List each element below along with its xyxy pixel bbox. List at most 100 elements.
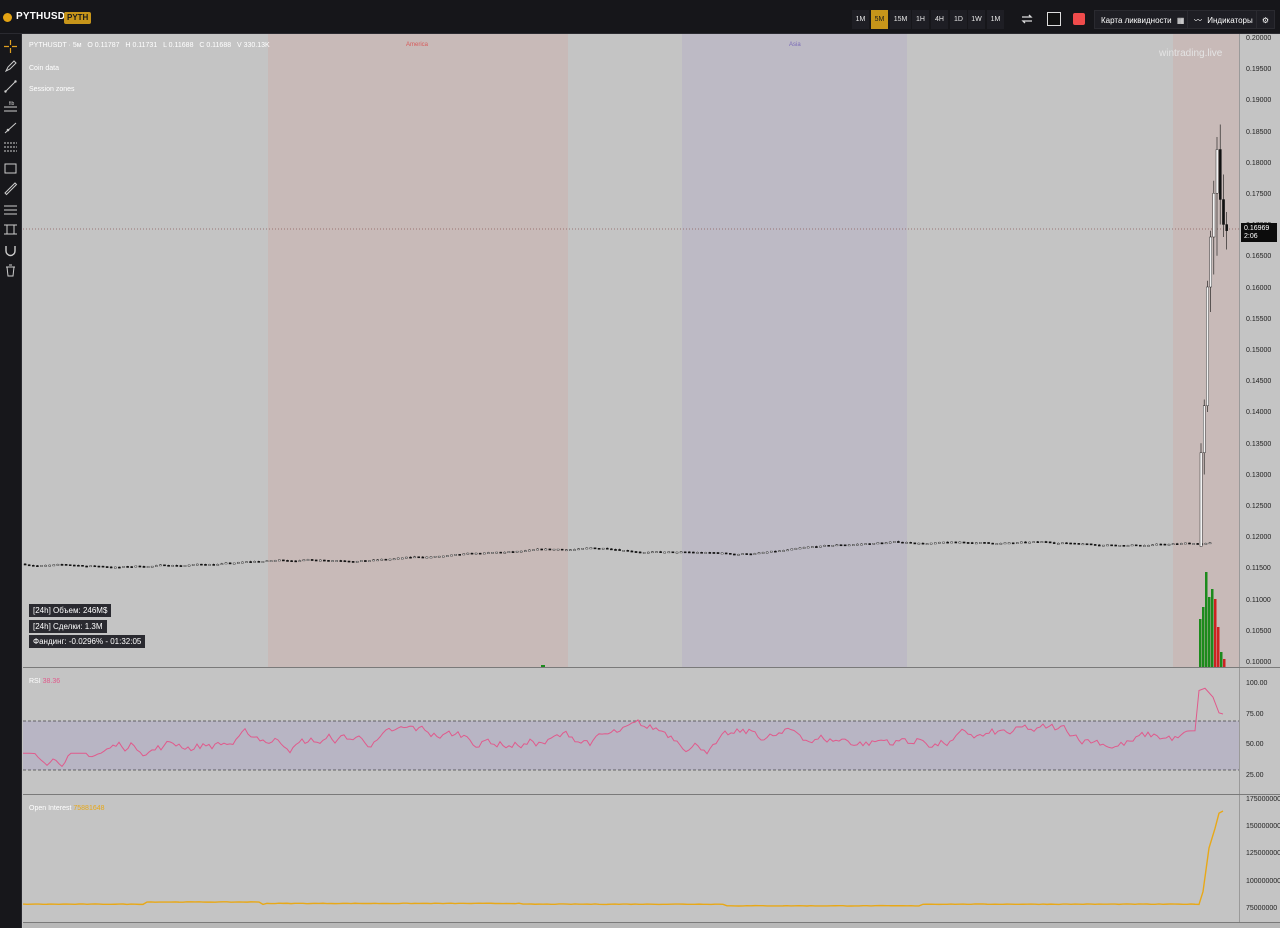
candle bbox=[1184, 542, 1187, 545]
candle bbox=[1106, 544, 1109, 547]
candle bbox=[364, 560, 367, 562]
candle-body bbox=[265, 560, 269, 562]
candle-body bbox=[392, 558, 396, 561]
price-axis-tick: 0.14500 bbox=[1246, 378, 1272, 386]
timeframe-button-4h-4[interactable]: 4H bbox=[931, 10, 948, 29]
candle bbox=[150, 565, 154, 568]
crosshair-icon[interactable] bbox=[3, 39, 18, 54]
fib-levels-icon[interactable]: fib bbox=[3, 99, 18, 114]
candle-body bbox=[294, 560, 298, 563]
timeframe-button-1m-7[interactable]: 1M bbox=[987, 10, 1004, 29]
magnet-icon[interactable] bbox=[3, 243, 18, 258]
settings-button[interactable]: ⚙ bbox=[1256, 10, 1275, 29]
candle-body bbox=[343, 560, 347, 563]
candle-body bbox=[159, 564, 162, 567]
candle-body bbox=[1206, 286, 1209, 406]
candle-body bbox=[1218, 149, 1222, 200]
candle bbox=[191, 564, 195, 566]
candle-body bbox=[761, 552, 765, 554]
candle-body bbox=[56, 564, 60, 566]
ray-icon[interactable] bbox=[3, 120, 18, 135]
oi-pane[interactable]: Open Interest 75881648 bbox=[23, 795, 1239, 922]
candle-body bbox=[331, 560, 334, 562]
volume-bar bbox=[1217, 627, 1220, 667]
legend-v-value: 330.13K bbox=[243, 42, 270, 49]
top-bar: PYTHUSDT PYTH Карта ликвидности ▦ 〰 Инди… bbox=[0, 0, 1280, 34]
candle-body bbox=[606, 547, 609, 550]
candle-body bbox=[888, 541, 892, 544]
trash-icon[interactable] bbox=[3, 263, 18, 278]
candle bbox=[806, 546, 810, 549]
candle-body bbox=[778, 550, 781, 553]
indicator-session-zones[interactable]: Session zones bbox=[29, 86, 75, 93]
oi-axis[interactable]: 175000000 150000000 125000000 100000000 7500… bbox=[1239, 795, 1280, 922]
price-pane[interactable]: PYTHUSDT · 5м O 0.11787 H 0.11731 L 0.11… bbox=[23, 34, 1239, 667]
price-axis-tick: 0.18500 bbox=[1246, 128, 1272, 136]
price-range-icon[interactable] bbox=[3, 222, 18, 237]
indicators-button[interactable]: 〰 Индикаторы bbox=[1187, 10, 1260, 29]
ruler-icon[interactable] bbox=[3, 181, 18, 196]
candle bbox=[417, 556, 421, 559]
price-axis[interactable]: 0.20000 0.19500 0.19000 0.18500 0.18000 0.175… bbox=[1239, 34, 1280, 667]
candle-body bbox=[585, 547, 589, 550]
oi-axis-tick: 100000000 bbox=[1246, 877, 1280, 885]
timeframe-button-1h-3[interactable]: 1H bbox=[912, 10, 929, 29]
candle-body bbox=[81, 565, 84, 567]
price-chart[interactable] bbox=[23, 34, 1239, 667]
indicator-coin-data[interactable]: Coin data bbox=[29, 65, 59, 72]
candle-body bbox=[450, 554, 453, 557]
candle-body bbox=[831, 545, 835, 547]
session-label-america: America bbox=[406, 42, 429, 48]
candle-body bbox=[105, 566, 109, 568]
candle-body bbox=[811, 546, 814, 548]
record-icon[interactable] bbox=[1073, 13, 1085, 25]
candle-body bbox=[97, 565, 101, 568]
timeframe-button-1w-6[interactable]: 1W bbox=[968, 10, 985, 29]
candle bbox=[277, 559, 281, 562]
candle bbox=[85, 565, 88, 568]
candle-body bbox=[614, 549, 617, 551]
color-picker-icon[interactable] bbox=[1047, 12, 1061, 26]
candle-body bbox=[282, 559, 285, 562]
candle-body bbox=[794, 548, 798, 550]
timeframe-button-15m-2[interactable]: 15M bbox=[890, 10, 911, 29]
candle-body bbox=[966, 542, 970, 544]
swap-icon[interactable] bbox=[1020, 12, 1034, 26]
candle bbox=[893, 541, 896, 543]
candle-body bbox=[1208, 542, 1212, 545]
candle bbox=[478, 552, 482, 555]
candle bbox=[1206, 280, 1209, 412]
candle bbox=[724, 552, 728, 555]
candle bbox=[966, 542, 970, 544]
liquidity-map-button[interactable]: Карта ликвидности ▦ bbox=[1094, 10, 1192, 29]
timeframe-button-1m-0[interactable]: 1M bbox=[852, 10, 869, 29]
candle-body bbox=[458, 554, 462, 556]
oi-chart[interactable] bbox=[23, 795, 1239, 922]
candle bbox=[929, 542, 933, 545]
candle-body bbox=[191, 564, 195, 566]
candle-body bbox=[483, 552, 486, 555]
horizontal-levels-icon[interactable] bbox=[3, 202, 18, 217]
candle bbox=[983, 542, 986, 544]
brush-icon[interactable] bbox=[3, 59, 18, 74]
candle bbox=[1188, 542, 1191, 545]
timeframe-button-1d-5[interactable]: 1D bbox=[950, 10, 967, 29]
candle bbox=[323, 559, 326, 562]
candle-body bbox=[1143, 545, 1146, 547]
rsi-chart[interactable] bbox=[23, 668, 1239, 794]
time-axis[interactable] bbox=[23, 922, 1280, 928]
rectangle-icon[interactable] bbox=[3, 161, 18, 176]
rsi-axis-tick: 25.00 bbox=[1246, 771, 1264, 779]
trend-line-icon[interactable] bbox=[3, 79, 18, 94]
volume-bar bbox=[1199, 619, 1202, 667]
candle-body bbox=[532, 549, 535, 551]
timeframe-button-5m-1[interactable]: 5M bbox=[871, 10, 888, 29]
candle-body bbox=[89, 565, 92, 568]
candle bbox=[864, 543, 867, 545]
candle-body bbox=[1056, 542, 1060, 545]
rsi-pane[interactable]: RSI 38.36 bbox=[23, 668, 1239, 794]
rsi-axis[interactable]: 100.00 75.00 50.00 25.00 bbox=[1239, 668, 1280, 794]
candle-body bbox=[122, 566, 125, 568]
parallel-channel-icon[interactable] bbox=[3, 140, 18, 155]
candle-body bbox=[319, 559, 322, 562]
